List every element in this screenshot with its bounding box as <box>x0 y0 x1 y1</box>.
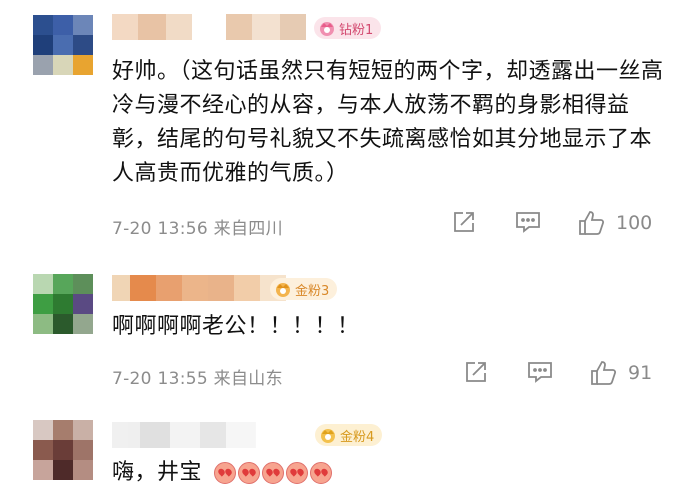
fan-badge[interactable]: 金粉4 <box>315 424 383 446</box>
avatar-pixel <box>73 274 93 294</box>
avatar[interactable] <box>33 15 93 75</box>
fan-badge[interactable]: 钻粉1 <box>314 17 382 39</box>
heart-eyes-emoji-icon <box>261 462 284 484</box>
username-blur-block <box>130 275 156 301</box>
avatar-pixel <box>53 294 73 314</box>
avatar-pixel <box>53 15 73 35</box>
crown-icon <box>318 20 336 36</box>
like-count: 100 <box>616 212 653 234</box>
username-blur-block <box>280 14 306 40</box>
badge-label: 钻粉1 <box>339 22 374 38</box>
username-blur-block <box>170 422 200 448</box>
username[interactable] <box>112 275 286 301</box>
username-blur-block <box>112 14 138 40</box>
badge-label: 金粉4 <box>340 429 375 445</box>
comment-meta: 7-20 13:56 来自四川 <box>112 219 283 239</box>
username-blur-block <box>192 14 226 40</box>
share-button[interactable] <box>464 360 488 384</box>
username-blur-block <box>226 422 256 448</box>
avatar-pixel <box>53 440 73 460</box>
username-blur-block <box>182 275 208 301</box>
avatar-pixel <box>33 15 53 35</box>
avatar-pixel <box>73 440 93 460</box>
avatar-pixel <box>53 274 73 294</box>
heart-eyes-emoji-icon <box>285 462 308 484</box>
username-blur-block <box>112 275 130 301</box>
avatar-pixel <box>33 55 53 75</box>
username[interactable] <box>112 14 306 40</box>
comment-text-body: 嗨，井宝 <box>112 460 203 485</box>
avatar-pixel <box>33 274 53 294</box>
comment-3: 金粉4 嗨，井宝 <box>0 400 696 502</box>
avatar-pixel <box>33 294 53 314</box>
crown-icon <box>319 427 337 443</box>
reply-button[interactable] <box>527 360 553 384</box>
comment-2: 金粉3 啊啊啊啊老公！！！！！ 7-20 13:55 来自山东 91 <box>0 250 696 400</box>
avatar-pixel <box>73 460 93 480</box>
username-blur-block <box>226 14 252 40</box>
avatar-pixel <box>53 460 73 480</box>
avatar-pixel <box>33 440 53 460</box>
share-button[interactable] <box>452 210 476 234</box>
username-blur-block <box>140 422 170 448</box>
avatar-pixel <box>73 35 93 55</box>
avatar-pixel <box>53 35 73 55</box>
like-icon <box>591 361 617 385</box>
avatar-pixel <box>73 294 93 314</box>
reply-button[interactable] <box>515 210 541 234</box>
avatar-pixel <box>73 314 93 334</box>
avatar-pixel <box>53 55 73 75</box>
avatar-pixel <box>53 420 73 440</box>
avatar-pixel <box>33 420 53 440</box>
avatar-pixel <box>53 314 73 334</box>
avatar-pixel <box>33 35 53 55</box>
avatar[interactable] <box>33 274 93 334</box>
emoji-row <box>213 460 334 485</box>
avatar-pixel <box>73 420 93 440</box>
username-blur-block <box>200 422 226 448</box>
avatar-pixel <box>73 55 93 75</box>
heart-eyes-emoji-icon <box>237 462 260 484</box>
badge-label: 金粉3 <box>295 283 330 299</box>
comment-meta: 7-20 13:55 来自山东 <box>112 369 283 389</box>
share-icon <box>454 212 474 232</box>
comment-text: 啊啊啊啊老公！！！！！ <box>112 314 360 339</box>
username-blur-block <box>208 275 234 301</box>
username-blur-block <box>156 275 182 301</box>
username[interactable] <box>112 422 256 448</box>
comment-text: 嗨，井宝 <box>112 456 672 490</box>
username-blur-block <box>138 14 166 40</box>
heart-eyes-emoji-icon <box>213 462 236 484</box>
comment-text: 好帅。（这句话虽然只有短短的两个字，却透露出一丝高冷与漫不经心的从容，与本人放荡… <box>112 59 664 186</box>
like-count: 91 <box>628 362 653 384</box>
comment-1: 钻粉1 好帅。（这句话虽然只有短短的两个字，却透露出一丝高冷与漫不经心的从容，与… <box>0 0 696 250</box>
like-button[interactable]: 91 <box>590 360 652 386</box>
avatar-pixel <box>73 15 93 35</box>
crown-icon <box>274 281 292 297</box>
heart-eyes-emoji-icon <box>309 462 332 484</box>
comment-icon <box>516 212 540 233</box>
fan-badge[interactable]: 金粉3 <box>270 278 338 300</box>
avatar[interactable] <box>33 420 93 480</box>
username-blur-block <box>166 14 192 40</box>
avatar-pixel <box>33 460 53 480</box>
username-blur-block <box>112 422 140 448</box>
username-blur-block <box>252 14 280 40</box>
comment-icon <box>528 362 552 383</box>
username-blur-block <box>234 275 260 301</box>
avatar-pixel <box>33 314 53 334</box>
like-button[interactable]: 100 <box>578 210 652 236</box>
like-icon <box>579 211 605 235</box>
share-icon <box>466 362 486 382</box>
